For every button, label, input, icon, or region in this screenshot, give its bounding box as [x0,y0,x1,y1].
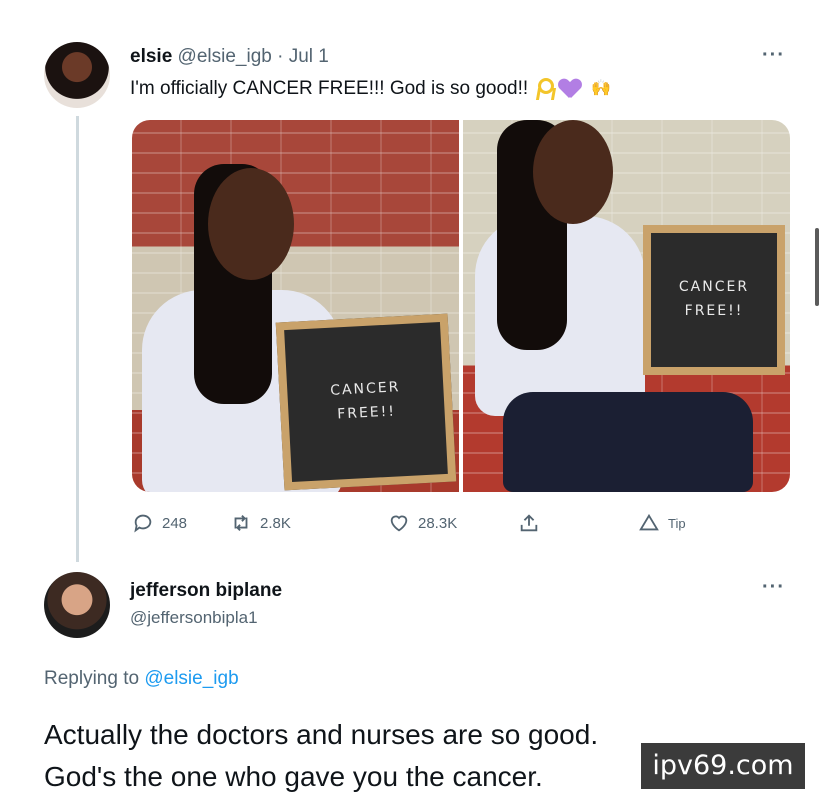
tip-label: Tip [668,515,686,531]
author-name[interactable]: elsie [130,46,172,67]
replying-prefix: Replying to [44,668,140,689]
raised-hands-icon: 🙌 [591,80,611,97]
person-pants [503,392,753,492]
letter-board: CANCER FREE!! [643,225,785,375]
reply-line-2: God's the one who gave you the cancer. [44,761,543,792]
reply-text: Actually the doctors and nurses are so g… [44,714,744,798]
avatar[interactable] [44,42,110,108]
heart-icon [390,515,408,532]
tweet-header: elsie @elsie_igb · Jul 1 [130,46,329,68]
ribbon-icon [535,78,555,100]
photo-1[interactable]: CANCER FREE!! [132,120,459,492]
tweet-date[interactable]: Jul 1 [289,46,329,67]
more-options-icon[interactable]: ··· [762,44,785,67]
retweet-button[interactable]: 2.8K [230,512,291,534]
more-options-icon[interactable]: ··· [762,576,785,599]
avatar[interactable] [44,572,110,638]
reply-author-name[interactable]: jefferson biplane [130,580,282,602]
reply-header: jefferson biplane @jeffersonbipla1 [130,580,282,628]
retweet-icon [234,515,248,531]
sign-line-1: CANCER [678,279,750,296]
thread-line [76,116,79,562]
like-count: 28.3K [418,514,458,532]
purple-heart-icon [559,79,581,99]
person-face [208,168,294,280]
reply-button[interactable]: 248 [132,512,187,534]
sign-line-2: FREE!! [336,403,397,423]
tweet-actions: 248 2.8K 28.3K Tip [132,512,732,536]
tweet-media[interactable]: CANCER FREE!! CANCER FREE!! [132,120,790,492]
like-button[interactable]: 28.3K [388,512,457,534]
tweet-body: I'm officially CANCER FREE!!! God is so … [130,78,529,100]
watermark: ipv69.com [641,743,805,789]
author-handle[interactable]: @elsie_igb [178,46,272,67]
reply-count: 248 [162,514,188,532]
replying-to: Replying to @elsie_igb [44,668,239,690]
sign-line-2: FREE!! [684,303,744,319]
person-face [533,120,613,224]
mention-link[interactable]: @elsie_igb [144,668,238,689]
reply-author-handle[interactable]: @jeffersonbipla1 [130,608,282,628]
photo-2[interactable]: CANCER FREE!! [463,120,790,492]
tweet-text: I'm officially CANCER FREE!!! God is so … [130,78,614,100]
tip-button[interactable]: Tip [638,512,686,534]
reply-line-1: Actually the doctors and nurses are so g… [44,719,599,750]
tip-icon [639,513,659,531]
reply-icon [134,514,152,533]
separator: · [277,46,284,67]
scrollbar[interactable] [815,228,819,306]
share-icon [520,514,538,532]
letter-board: CANCER FREE!! [275,313,457,491]
share-button[interactable] [518,512,540,534]
retweet-count: 2.8K [260,514,291,532]
